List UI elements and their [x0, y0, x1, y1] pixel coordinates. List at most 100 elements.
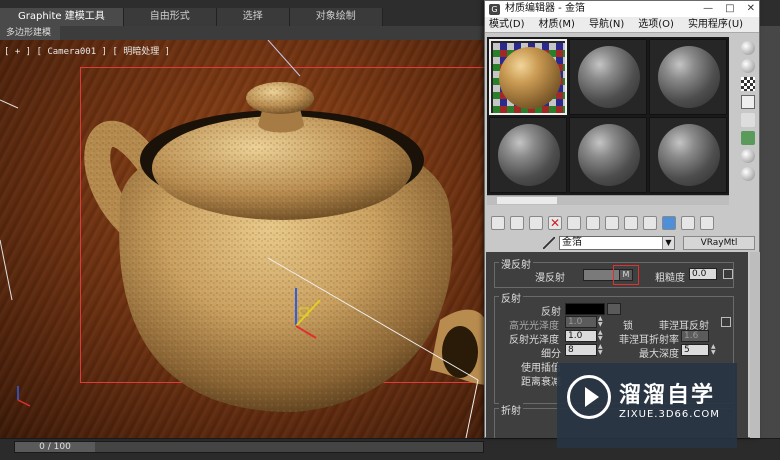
sphere-preview	[498, 124, 560, 186]
go-to-parent-icon[interactable]	[662, 216, 676, 230]
spinner-arrows-icon[interactable]: ▲ ▼	[711, 344, 717, 356]
sample-slot-4[interactable]	[489, 117, 567, 193]
make-unique-icon[interactable]	[567, 216, 581, 230]
sample-slot-1[interactable]	[489, 39, 567, 115]
reflect-label: 反射	[541, 307, 561, 318]
use-interpolation-label: 使用插值	[521, 363, 561, 374]
tab-selection[interactable]: 选择	[216, 8, 290, 26]
select-by-material-icon[interactable]	[741, 167, 755, 181]
tab-object-paint[interactable]: 对象绘制	[289, 8, 383, 26]
slots-hscrollbar[interactable]	[487, 195, 729, 205]
teapot-render	[0, 40, 490, 438]
menu-material[interactable]: 材质(M)	[539, 17, 575, 32]
app-icon: G	[489, 4, 500, 15]
fresnel-checkbox[interactable]	[721, 317, 731, 327]
menu-navigation[interactable]: 导航(N)	[589, 17, 624, 32]
refl-gloss-label: 反射光泽度	[509, 335, 559, 346]
material-name-value: 金箔	[562, 237, 582, 248]
play-logo-icon	[567, 375, 611, 419]
ribbon-tabs: Graphite 建模工具 自由形式 选择 对象绘制	[0, 8, 383, 26]
command-panel[interactable]	[760, 26, 780, 438]
material-editor-menubar: 模式(D) 材质(M) 导航(N) 选项(O) 实用程序(U)	[485, 17, 759, 33]
material-id-icon[interactable]	[605, 216, 619, 230]
map-button-highlight	[613, 265, 639, 285]
maximize-icon[interactable]: □	[725, 1, 734, 17]
diffuse-label: 漫反射	[535, 273, 565, 284]
video-color-check-icon[interactable]	[741, 113, 755, 127]
max-depth-label: 最大深度	[639, 349, 679, 360]
fresnel-ior-spinner[interactable]: 1.6	[681, 330, 709, 342]
sphere-preview	[578, 124, 640, 186]
chevron-down-icon[interactable]: ▼	[662, 237, 674, 249]
sample-slot-6[interactable]	[649, 117, 727, 193]
material-name-row: 金箔 ▼ VRayMtl	[543, 235, 755, 251]
window-title: 材质编辑器 - 金箔	[505, 3, 585, 14]
show-shaded-icon[interactable]	[624, 216, 638, 230]
time-slider-thumb[interactable]: 0 / 100	[15, 442, 95, 452]
material-toolbar: ✕	[487, 213, 757, 233]
menu-utilities[interactable]: 实用程序(U)	[688, 17, 743, 32]
reflect-color-swatch[interactable]	[565, 303, 605, 315]
parameters-scrollbar[interactable]	[750, 252, 760, 438]
reflection-section-title[interactable]: 反射	[499, 290, 523, 305]
sample-slot-5[interactable]	[569, 117, 647, 193]
time-slider[interactable]: 0 / 100	[14, 441, 484, 453]
reflect-map-button[interactable]	[607, 303, 621, 315]
max-depth-spinner[interactable]: 5	[681, 344, 709, 356]
window-controls: — □ ✕	[703, 1, 755, 17]
watermark-url: ZIXUE.3D66.COM	[619, 409, 720, 420]
sphere-preview	[658, 124, 720, 186]
assign-to-selection-icon[interactable]	[529, 216, 543, 230]
refraction-section-title[interactable]: 折射	[499, 402, 523, 417]
diffuse-section-title[interactable]: 漫反射	[499, 256, 533, 271]
reset-map-icon[interactable]: ✕	[548, 216, 562, 230]
close-icon[interactable]: ✕	[747, 1, 755, 17]
tab-graphite[interactable]: Graphite 建模工具	[0, 8, 124, 26]
settings-icon[interactable]	[700, 216, 714, 230]
show-end-result-icon[interactable]	[643, 216, 657, 230]
material-type-button[interactable]: VRayMtl	[683, 236, 755, 250]
spinner-arrows-icon[interactable]: ▲ ▼	[598, 316, 604, 328]
background-icon[interactable]	[741, 77, 755, 91]
sample-slots	[487, 37, 729, 195]
make-preview-icon[interactable]	[741, 131, 755, 145]
eyedropper-icon[interactable]	[543, 237, 555, 249]
go-forward-sibling-icon[interactable]	[681, 216, 695, 230]
gold-sphere-preview	[499, 47, 561, 109]
backlight-icon[interactable]	[741, 59, 755, 73]
watermark-title: 溜溜自学	[619, 383, 716, 408]
get-material-icon[interactable]	[491, 216, 505, 230]
menu-options[interactable]: 选项(O)	[638, 17, 674, 32]
uv-tiling-icon[interactable]	[741, 95, 755, 109]
hilight-gloss-spinner[interactable]: 1.0	[565, 316, 597, 328]
roughness-spinner[interactable]: 0.0	[689, 268, 717, 280]
lock-button[interactable]: 锁	[623, 317, 633, 332]
sample-slot-3[interactable]	[649, 39, 727, 115]
menu-mode[interactable]: 模式(D)	[489, 17, 525, 32]
camera-viewport[interactable]: [ + ] [ Camera001 ] [ 明暗处理 ]	[0, 40, 490, 438]
hilight-gloss-label: 高光光泽度	[509, 321, 559, 332]
subdivs-spinner[interactable]: 8	[565, 344, 597, 356]
options-icon[interactable]	[741, 149, 755, 163]
put-to-scene-icon[interactable]	[510, 216, 524, 230]
roughness-label: 粗糙度	[655, 273, 685, 284]
sphere-preview	[658, 46, 720, 108]
sphere-preview	[578, 46, 640, 108]
refl-gloss-spinner[interactable]: 1.0	[565, 330, 597, 342]
sample-type-icon[interactable]	[741, 41, 755, 55]
sample-tools	[729, 37, 759, 195]
subdivs-label: 细分	[541, 349, 561, 360]
dim-distance-label: 距离衰减	[521, 377, 561, 388]
material-editor-titlebar[interactable]: G 材质编辑器 - 金箔 — □ ✕	[485, 1, 759, 17]
put-to-library-icon[interactable]	[586, 216, 600, 230]
hscroll-thumb[interactable]	[497, 197, 557, 204]
spinner-arrows-icon[interactable]: ▲ ▼	[598, 330, 604, 342]
roughness-map-slot[interactable]	[723, 269, 733, 279]
ribbon-sub-label[interactable]: 多边形建模	[0, 26, 60, 40]
minimize-icon[interactable]: —	[703, 1, 713, 17]
material-name-field[interactable]: 金箔 ▼	[559, 236, 675, 250]
fresnel-ior-label: 菲涅耳折射率	[619, 335, 679, 346]
spinner-arrows-icon[interactable]: ▲ ▼	[598, 344, 604, 356]
sample-slot-2[interactable]	[569, 39, 647, 115]
tab-freeform[interactable]: 自由形式	[123, 8, 217, 26]
